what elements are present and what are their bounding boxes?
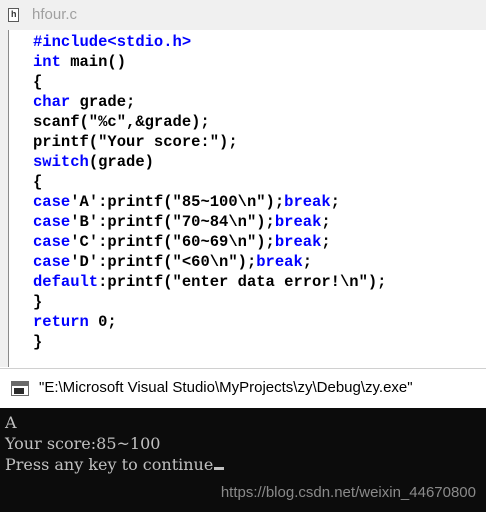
code-token: grade; (70, 93, 136, 111)
code-line[interactable]: switch(grade) (33, 152, 386, 172)
code-keyword: case (33, 213, 71, 231)
code-line[interactable]: { (33, 72, 386, 92)
console-window-title: "E:\Microsoft Visual Studio\MyProjects\z… (39, 379, 413, 396)
console-titlebar[interactable]: "E:\Microsoft Visual Studio\MyProjects\z… (0, 368, 486, 408)
code-keyword: int (33, 53, 61, 71)
code-line[interactable]: default:printf("enter data error!\n"); (33, 272, 386, 292)
code-token: printf("Your score:"); (33, 133, 238, 151)
code-keyword: break (256, 253, 303, 271)
code-line[interactable]: case'B':printf("70~84\n");break; (33, 212, 386, 232)
code-line[interactable]: } (33, 332, 386, 352)
watermark: https://blog.csdn.net/weixin_44670800 (220, 484, 476, 501)
editor-titlebar: hfour.c (0, 0, 486, 30)
code-keyword: break (274, 213, 322, 231)
code-keyword: case (33, 193, 71, 211)
code-line[interactable]: char grade; (33, 92, 386, 112)
code-token: ; (302, 253, 313, 271)
console-prompt-text: Press any key to continue (5, 455, 214, 474)
code-keyword: default (33, 273, 99, 291)
code-keyword: break (284, 193, 331, 211)
code-token: ; (330, 193, 340, 211)
source-code[interactable]: #include<stdio.h> int main(){char grade; s… (33, 32, 386, 352)
console-output[interactable]: A Your score:85~100 Press any key to con… (0, 408, 486, 512)
code-keyword: break (274, 233, 322, 251)
code-line[interactable]: #include<stdio.h> (33, 32, 386, 52)
text-cursor (214, 467, 225, 470)
code-line[interactable]: scanf("%c",&grade); (33, 112, 386, 132)
code-line[interactable]: case'D':printf("<60\n");break; (33, 252, 386, 272)
console-line: Press any key to continue (5, 454, 225, 475)
code-token: { (33, 73, 43, 91)
code-token: :printf("enter data error!\n"); (98, 273, 387, 291)
code-token: (grade) (88, 153, 154, 171)
code-token: } (33, 293, 43, 311)
code-keyword: switch (33, 153, 89, 171)
console-line: Your score:85~100 (5, 434, 161, 453)
code-token: 'B':printf("70~84\n"); (70, 213, 275, 231)
code-line[interactable]: { (33, 172, 386, 192)
code-keyword: return (33, 313, 89, 331)
code-line[interactable]: return 0; (33, 312, 386, 332)
code-line[interactable]: case'A':printf("85~100\n");break; (33, 192, 386, 212)
code-token: 0; (88, 313, 117, 331)
code-token: ; (321, 213, 331, 231)
code-token: } (33, 333, 43, 351)
editor-tab-title[interactable]: hfour.c (32, 6, 77, 23)
code-token: main() (60, 53, 127, 71)
console-window-icon (11, 381, 29, 396)
header-file-icon (8, 8, 19, 22)
code-token: scanf("%c",&grade); (33, 113, 210, 131)
code-token: 'D':printf("<60\n"); (70, 253, 257, 271)
code-keyword: case (33, 233, 71, 251)
code-keyword: case (33, 253, 71, 271)
code-token: { (33, 173, 43, 191)
code-line[interactable]: int main() (33, 52, 386, 72)
code-line[interactable]: case'C':printf("60~69\n");break; (33, 232, 386, 252)
code-token: 'A':printf("85~100\n"); (70, 193, 285, 211)
code-line[interactable]: printf("Your score:"); (33, 132, 386, 152)
code-token: 'C':printf("60~69\n"); (70, 233, 275, 251)
code-keyword: char (33, 93, 71, 111)
console-line: A (5, 413, 17, 432)
code-line[interactable]: } (33, 292, 386, 312)
code-keyword: #include<stdio.h> (33, 33, 192, 51)
code-token: ; (321, 233, 331, 251)
console-text: A Your score:85~100 Press any key to con… (5, 412, 225, 475)
